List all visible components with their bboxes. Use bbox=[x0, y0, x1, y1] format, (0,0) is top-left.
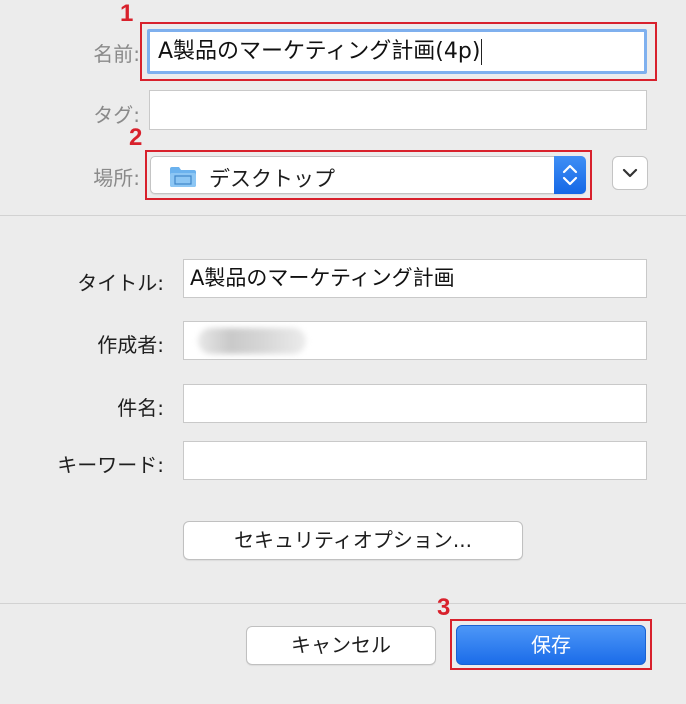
chevron-updown-icon bbox=[562, 164, 578, 186]
step-number-1: 1 bbox=[120, 0, 134, 27]
name-field[interactable]: A製品のマーケティング計画(4p) bbox=[147, 29, 647, 74]
title-field[interactable]: A製品のマーケティング計画 bbox=[183, 259, 647, 298]
keywords-label: キーワード: bbox=[57, 453, 164, 477]
tags-field[interactable] bbox=[149, 90, 647, 130]
name-field-value: A製品のマーケティング計画(4p) bbox=[158, 39, 481, 64]
step-number-3: 3 bbox=[437, 594, 451, 621]
location-value: デスクトップ bbox=[209, 167, 335, 191]
name-label: 名前: bbox=[93, 42, 140, 66]
divider-bottom bbox=[0, 603, 686, 604]
redacted-author bbox=[198, 328, 306, 354]
title-label: タイトル: bbox=[77, 271, 164, 295]
cancel-button[interactable]: キャンセル bbox=[246, 626, 436, 665]
folder-icon bbox=[170, 167, 196, 187]
step-number-2: 2 bbox=[129, 124, 143, 151]
subject-field[interactable] bbox=[183, 384, 647, 423]
location-label: 場所: bbox=[93, 166, 140, 190]
text-caret bbox=[481, 39, 483, 65]
subject-label: 件名: bbox=[117, 396, 164, 420]
keywords-field[interactable] bbox=[183, 441, 647, 480]
location-popup[interactable]: デスクトップ bbox=[150, 156, 586, 194]
chevron-down-icon bbox=[622, 168, 638, 178]
expand-button[interactable] bbox=[612, 156, 648, 190]
security-options-button[interactable]: セキュリティオプション... bbox=[183, 521, 523, 560]
author-label: 作成者: bbox=[97, 333, 164, 357]
divider-top bbox=[0, 215, 686, 216]
popup-stepper[interactable] bbox=[554, 156, 586, 194]
save-button[interactable]: 保存 bbox=[456, 625, 646, 665]
tags-label: タグ: bbox=[93, 103, 140, 127]
